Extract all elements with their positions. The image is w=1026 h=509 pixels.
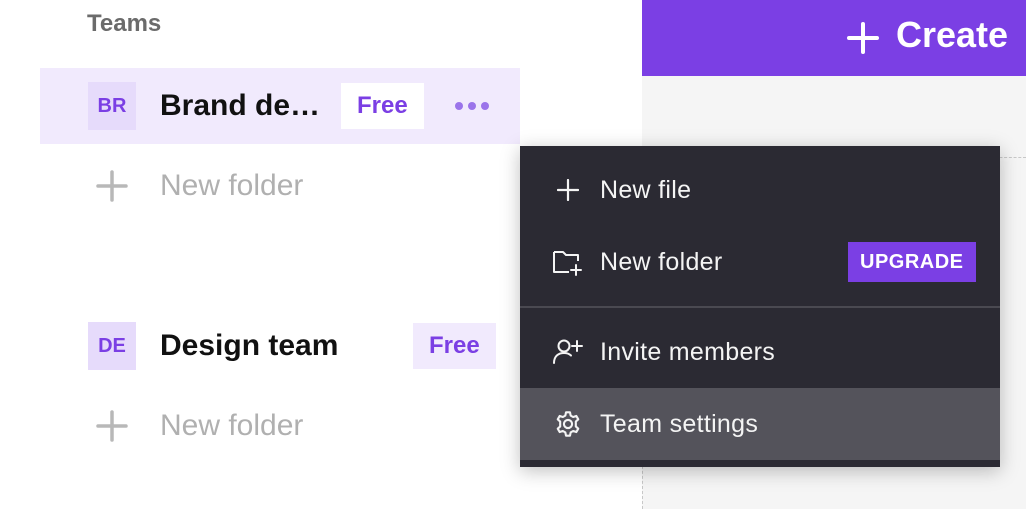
plus-icon <box>552 174 584 206</box>
team-name: Brand de… <box>160 89 321 122</box>
new-folder-label: New folder <box>160 409 304 442</box>
menu-item-label: New file <box>600 175 692 204</box>
menu-item-label: New folder <box>600 247 723 276</box>
user-plus-icon <box>552 336 584 368</box>
team-avatar: BR <box>88 82 136 130</box>
plus-icon <box>96 170 128 202</box>
menu-divider <box>520 306 1000 308</box>
upgrade-badge[interactable]: UPGRADE <box>848 242 976 282</box>
plus-icon <box>96 410 128 442</box>
menu-item-invite-members[interactable]: Invite members <box>520 316 1000 388</box>
menu-item-team-settings[interactable]: Team settings <box>520 388 1000 460</box>
more-dot-icon <box>481 102 489 110</box>
create-button-label: Create <box>896 14 1009 55</box>
team-row-design[interactable]: DE Design team Free <box>40 308 520 384</box>
more-dot-icon <box>455 102 463 110</box>
menu-item-label: Invite members <box>600 337 776 366</box>
team-context-menu: New file New folder UPGRADE Invite membe… <box>520 146 1000 467</box>
menu-item-label: Team settings <box>600 409 759 438</box>
folder-plus-icon <box>552 246 584 278</box>
plan-badge: Free <box>341 83 424 129</box>
team-avatar: DE <box>88 322 136 370</box>
team-row-brand[interactable]: BR Brand de… Free <box>40 68 520 144</box>
new-folder-label: New folder <box>160 169 304 202</box>
new-folder-button[interactable]: New folder <box>96 164 303 208</box>
plus-icon <box>847 22 879 54</box>
gear-icon <box>552 408 584 440</box>
create-button[interactable]: Create <box>642 0 1026 76</box>
menu-item-new-folder[interactable]: New folder UPGRADE <box>520 226 1000 298</box>
plan-badge: Free <box>413 323 496 369</box>
more-options-button[interactable] <box>452 86 492 126</box>
menu-item-new-file[interactable]: New file <box>520 154 1000 226</box>
new-folder-button[interactable]: New folder <box>96 404 303 448</box>
teams-section-label: Teams <box>87 10 162 37</box>
team-name: Design team <box>160 329 339 362</box>
more-dot-icon <box>468 102 476 110</box>
